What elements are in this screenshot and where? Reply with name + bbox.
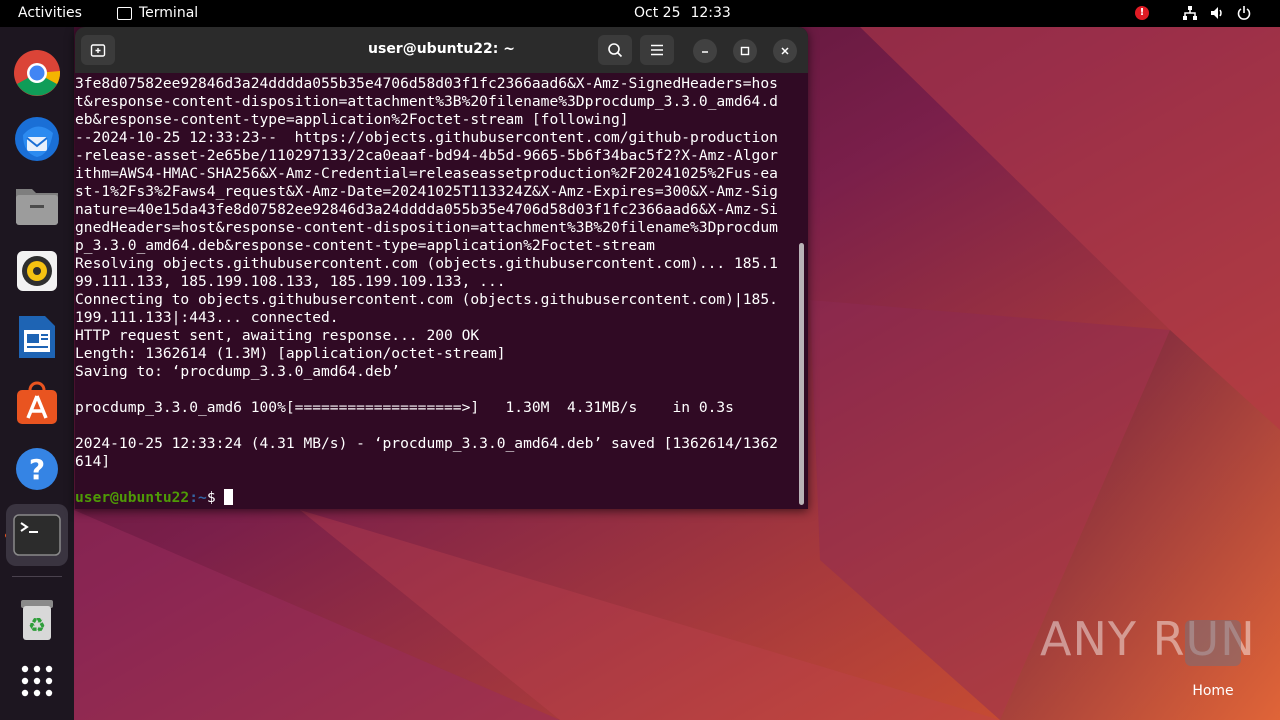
minimize-icon — [702, 51, 708, 53]
close-button[interactable] — [773, 39, 797, 63]
terminal-line: procdump_3.3.0_amd6 100%[===============… — [75, 399, 734, 416]
terminal-line: HTTP request sent, awaiting response... … — [75, 327, 480, 344]
network-icon — [1182, 5, 1198, 21]
terminal-line: Resolving objects.githubusercontent.com … — [75, 255, 778, 272]
terminal-line: --2024-10-25 12:33:23-- https://objects.… — [75, 129, 778, 146]
terminal-line: st-1%2Fs3%2Faws4_request&X-Amz-Date=2024… — [75, 183, 778, 200]
search-button[interactable] — [598, 35, 632, 65]
terminal-line: Connecting to objects.githubusercontent.… — [75, 291, 778, 308]
dock-separator — [12, 576, 62, 577]
time-label: 12:33 — [690, 5, 731, 21]
terminal-line: Length: 1362614 (1.3M) [application/octe… — [75, 345, 506, 362]
svg-text:♻: ♻ — [28, 613, 46, 637]
hamburger-menu-icon — [651, 44, 663, 56]
dock-item-help[interactable]: ? — [11, 443, 63, 495]
volume-icon — [1209, 5, 1225, 21]
home-folder-icon — [1185, 620, 1241, 666]
search-icon — [608, 43, 623, 58]
dock-item-rhythmbox[interactable] — [11, 245, 63, 297]
terminal-line: t&response-content-disposition=attachmen… — [75, 93, 778, 110]
text-cursor — [224, 489, 234, 505]
terminal-line: nature=40e15da43fe8d07582ee92846d3a24ddd… — [75, 201, 778, 218]
app-name: Terminal — [139, 5, 199, 21]
app-center-icon — [17, 381, 57, 424]
terminal-line: 2024-10-25 12:33:24 (4.31 MB/s) - ‘procd… — [75, 435, 778, 452]
trash-icon: ♻ — [21, 600, 53, 640]
close-icon — [781, 47, 789, 55]
files-icon — [16, 189, 58, 225]
terminal-line: Saving to: ‘procdump_3.3.0_amd64.deb’ — [75, 363, 401, 380]
prompt-symbol: $ — [206, 489, 225, 506]
activities-button[interactable]: Activities — [18, 5, 82, 21]
show-apps-icon — [21, 665, 53, 697]
prompt-user: user@ubuntu22 — [75, 489, 190, 506]
menu-button[interactable] — [640, 35, 674, 65]
terminal-window[interactable]: user@ubuntu22: ~ 3fe8d07582ee92846d3a24d… — [75, 27, 808, 509]
system-tray[interactable]: ! — [1135, 5, 1252, 21]
terminal-line: -release-asset-2e65be/110297133/2ca0eaaf… — [75, 147, 778, 164]
terminal-lines: 3fe8d07582ee92846d3a24dddda055b35e4706d5… — [75, 75, 797, 489]
chrome-icon — [14, 50, 60, 96]
show-apps-button[interactable] — [11, 655, 63, 707]
prompt-line: user@ubuntu22:~$ — [75, 489, 797, 507]
writer-icon — [19, 316, 55, 358]
dock-item-thunderbird[interactable] — [11, 113, 63, 165]
terminal-line: 614] — [75, 453, 111, 470]
desktop-home-folder[interactable]: Home — [1185, 620, 1241, 699]
terminal-line: 3fe8d07582ee92846d3a24dddda055b35e4706d5… — [75, 75, 778, 92]
thunderbird-icon — [15, 117, 59, 161]
terminal-output[interactable]: 3fe8d07582ee92846d3a24dddda055b35e4706d5… — [75, 75, 797, 509]
terminal-line: eb&response-content-type=application%2Fo… — [75, 111, 629, 128]
terminal-header-bar[interactable]: user@ubuntu22: ~ — [75, 27, 808, 73]
dock-item-files[interactable] — [11, 179, 63, 231]
dock-item-terminal[interactable] — [6, 504, 68, 566]
date-label: Oct 25 — [634, 5, 681, 21]
minimize-button[interactable] — [693, 39, 717, 63]
terminal-line: 199.111.133|:443... connected. — [75, 309, 339, 326]
terminal-scrollbar[interactable] — [799, 243, 804, 505]
terminal-line: gnedHeaders=host&response-content-dispos… — [75, 219, 778, 236]
terminal-icon — [117, 6, 132, 20]
terminal-line: ithm=AWS4-HMAC-SHA256&X-Amz-Credential=r… — [75, 165, 778, 182]
power-icon — [1236, 5, 1252, 21]
svg-text:?: ? — [29, 453, 45, 486]
terminal-line: 99.111.133, 185.199.108.133, 185.199.109… — [75, 273, 506, 290]
alert-icon[interactable]: ! — [1135, 6, 1149, 20]
help-icon: ? — [16, 448, 58, 490]
terminal-line: p_3.3.0_amd64.deb&response-content-type=… — [75, 237, 655, 254]
dock-item-app-center[interactable] — [11, 377, 63, 429]
clock[interactable]: Oct 25 12:33 — [634, 5, 731, 21]
prompt-path: :~ — [189, 489, 207, 506]
dock-item-trash[interactable]: ♻ — [11, 593, 63, 645]
dock-item-chrome[interactable] — [11, 47, 63, 99]
dock-item-writer[interactable] — [11, 311, 63, 363]
terminal-icon — [13, 514, 61, 556]
maximize-button[interactable] — [733, 39, 757, 63]
home-label: Home — [1192, 683, 1234, 699]
rhythmbox-icon — [17, 251, 57, 291]
maximize-icon — [740, 46, 750, 56]
top-bar: Activities Terminal Oct 25 12:33 ! — [0, 0, 1280, 27]
dock: ? ♻ — [0, 27, 74, 720]
app-menu[interactable]: Terminal — [117, 5, 198, 21]
